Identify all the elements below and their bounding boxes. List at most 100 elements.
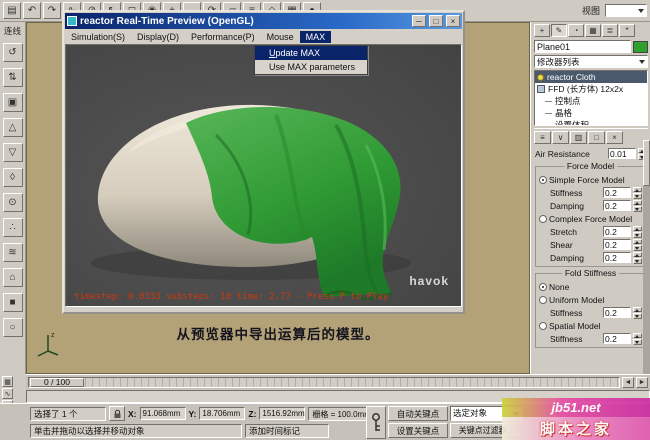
tab-hierarchy[interactable]: ◔: [568, 24, 584, 37]
tab-create[interactable]: +: [534, 24, 550, 37]
tab-modify[interactable]: ✎: [551, 24, 567, 37]
view-preset-dropdown[interactable]: [605, 4, 647, 17]
window-icon: [67, 16, 77, 26]
undo-icon[interactable]: ↶: [23, 2, 41, 19]
x-coord-field[interactable]: 91.068mm: [139, 407, 186, 420]
snap-angle-icon[interactable]: △: [2, 118, 23, 137]
menu-display[interactable]: Display(D): [131, 31, 185, 43]
spatial-stiffness-field[interactable]: 0.2: [603, 333, 631, 344]
modifier-stack-subitem[interactable]: 控制点: [535, 95, 647, 107]
menu-simulation[interactable]: Simulation(S): [65, 31, 131, 43]
render-scene-icon[interactable]: ■: [2, 293, 23, 312]
shear-field[interactable]: 0.2: [603, 239, 631, 250]
tab-motion[interactable]: ▦: [585, 24, 601, 37]
fold-none-radio-row: None: [538, 280, 643, 293]
complex-damping-row: Damping 0.2: [538, 251, 643, 264]
tree-branch-icon: [545, 100, 552, 102]
simple-stiffness-spinner[interactable]: [633, 186, 642, 199]
menu-mouse[interactable]: Mouse: [261, 31, 300, 43]
auto-key-button[interactable]: 自动关键点: [388, 406, 448, 421]
uniform-stiffness-spinner[interactable]: [633, 306, 642, 319]
world-axis-gizmo: z: [35, 329, 61, 359]
panel-scrollbar[interactable]: [643, 140, 650, 374]
modifier-stack-item[interactable]: reactor Cloth: [535, 71, 647, 83]
redo-icon[interactable]: ↷: [43, 2, 61, 19]
z-coord-field[interactable]: 1516.92mm: [259, 407, 306, 420]
uniform-model-radio[interactable]: [539, 295, 547, 304]
modifier-stack-item[interactable]: FFD (长方体) 12x2x: [535, 83, 647, 95]
axis-constraint-icon[interactable]: ↺: [2, 43, 23, 62]
timeline-next-key-icon[interactable]: ►: [636, 376, 648, 388]
left-toolbar: 连线 ↺ ⇅ ▣ △ ▽ ◊ ⊙ ∴ ≋ ⌂ ■ ○: [0, 22, 26, 374]
uniform-model-radio-row: Uniform Model: [538, 293, 643, 306]
menu-max[interactable]: MAX: [299, 30, 332, 43]
mini-curve-editor-icon[interactable]: ▦: [2, 376, 13, 387]
set-key-button[interactable]: 设置关键点: [388, 423, 448, 438]
air-resistance-field[interactable]: 0.01: [608, 148, 636, 159]
set-key-icon[interactable]: [366, 406, 386, 439]
spinner-snap-icon[interactable]: ◊: [2, 168, 23, 187]
watermark: jb51.net 脚本之家: [502, 398, 650, 440]
timeline-track[interactable]: 0 / 100: [28, 376, 620, 388]
simple-stiffness-field[interactable]: 0.2: [603, 187, 631, 198]
tree-branch-icon: [545, 124, 552, 125]
tab-utilities[interactable]: *: [619, 24, 635, 37]
close-icon[interactable]: ×: [446, 15, 460, 27]
material-editor-icon[interactable]: ⌂: [2, 268, 23, 287]
object-color-swatch[interactable]: [633, 40, 648, 53]
y-coord-field[interactable]: 18.706mm: [199, 407, 246, 420]
complex-force-radio[interactable]: [539, 214, 547, 223]
stretch-field[interactable]: 0.2: [603, 226, 631, 237]
update-max-item[interactable]: Update MAX: [255, 46, 367, 60]
restrict-xy-icon[interactable]: ⇅: [2, 68, 23, 87]
preview-viewport[interactable]: timestep: 0.0333 substeps: 10 time: 2.77…: [65, 44, 462, 307]
timeline-slider-handle[interactable]: 0 / 100: [30, 377, 84, 387]
modifier-enabled-icon[interactable]: [537, 73, 544, 81]
track-view-icon[interactable]: ∴: [2, 218, 23, 237]
snap-percent-icon[interactable]: ▽: [2, 143, 23, 162]
object-name-field[interactable]: Plane01: [534, 40, 631, 53]
maximize-icon[interactable]: □: [429, 15, 443, 27]
tab-display[interactable]: ≣: [602, 24, 618, 37]
timeline-prev-key-icon[interactable]: ◄: [622, 376, 634, 388]
render-quick-icon[interactable]: ○: [2, 318, 23, 337]
fold-stiffness-group: Fold Stiffness None Uniform Model Stiffn…: [535, 268, 646, 348]
remove-modifier-icon[interactable]: ×: [606, 131, 623, 144]
stretch-spinner[interactable]: [633, 225, 642, 238]
minimize-icon[interactable]: ─: [412, 15, 426, 27]
watermark-line1: jb51.net: [502, 398, 650, 417]
shear-row: Shear 0.2: [538, 238, 643, 251]
show-end-result-icon[interactable]: ∨: [552, 131, 569, 144]
z-coord-label: Z:: [248, 408, 257, 419]
configure-stack-icon[interactable]: □: [588, 131, 605, 144]
complex-damping-spinner[interactable]: [633, 251, 642, 264]
use-max-parameters-item[interactable]: Use MAX parameters: [255, 60, 367, 74]
fold-none-radio[interactable]: [539, 282, 547, 291]
panel-scrollbar-thumb[interactable]: [643, 140, 650, 186]
simple-damping-spinner[interactable]: [633, 199, 642, 212]
simple-damping-field[interactable]: 0.2: [603, 200, 631, 211]
pin-stack-icon[interactable]: ≡: [534, 131, 551, 144]
show-curves-icon[interactable]: ∿: [2, 388, 13, 399]
menu-performance[interactable]: Performance(P): [185, 31, 261, 43]
selection-count-field: 选择了 1 个: [30, 406, 106, 421]
edit-named-selection-icon[interactable]: ⊙: [2, 193, 23, 212]
modifier-stack-subitem[interactable]: 设置体积: [535, 119, 647, 125]
schematic-view-icon[interactable]: ≋: [2, 243, 23, 262]
menu-icon[interactable]: ▤: [3, 2, 21, 19]
selection-lock-icon[interactable]: [109, 406, 125, 421]
add-time-tag[interactable]: 添加时间标记: [245, 423, 329, 438]
uniform-stiffness-field[interactable]: 0.2: [603, 307, 631, 318]
y-coord-label: Y:: [188, 408, 197, 419]
preview-title-bar[interactable]: reactor Real-Time Preview (OpenGL) ─ □ ×: [65, 13, 462, 29]
spatial-model-radio[interactable]: [539, 321, 547, 330]
shear-spinner[interactable]: [633, 238, 642, 251]
complex-damping-field[interactable]: 0.2: [603, 252, 631, 263]
spatial-stiffness-spinner[interactable]: [633, 332, 642, 345]
modifier-list-dropdown[interactable]: 修改器列表: [534, 55, 648, 68]
simple-force-radio[interactable]: [539, 175, 547, 184]
grid-toggle-icon[interactable]: ▣: [2, 93, 23, 112]
make-unique-icon[interactable]: ▥: [570, 131, 587, 144]
modifier-stack-subitem[interactable]: 晶格: [535, 107, 647, 119]
status-row-2: 单击并拖动以选择并移动对象 添加时间标记: [30, 423, 329, 438]
